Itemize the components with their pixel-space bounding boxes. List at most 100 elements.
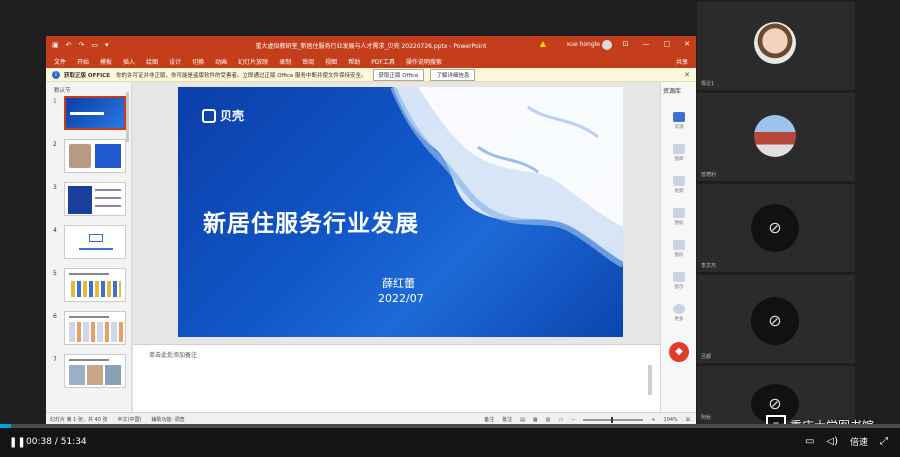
close-icon[interactable]: ✕ — [684, 40, 690, 48]
info-icon: i — [52, 70, 60, 79]
accessibility-indicator[interactable]: 辅助功能: 调查 — [151, 416, 184, 423]
normal-view-icon[interactable]: ▤ — [520, 417, 525, 423]
resources-pane: 资源库 资源 图库 视频 图标 图形 图示 更多 ◆ — [660, 82, 696, 412]
tab-slideshow[interactable]: 幻灯片放映 — [238, 57, 268, 66]
thumbnail-image — [64, 268, 126, 302]
slide-thumbnails-pane: 默认节 1 2 3 4 5 6 7 — [46, 82, 132, 412]
tab-animations[interactable]: 动画 — [215, 57, 227, 66]
resources-title[interactable]: 资源库 — [661, 82, 696, 99]
resource-item-more[interactable]: 更多 — [667, 304, 691, 322]
notes-placeholder: 单击此处添加备注 — [149, 352, 198, 359]
player-controls: ❚❚ 00:38 / 51:34 ▭ ◁) 倍速 ⤢ — [0, 428, 900, 457]
participant-avatar — [754, 22, 796, 64]
user-avatar[interactable] — [602, 40, 612, 50]
license-notice-bar: i 获取正版 OFFICE 你的许可证并非正版，你可能是盗版软件的受害者。立即通… — [46, 68, 696, 82]
learn-more-button[interactable]: 了解详细信息 — [430, 68, 476, 81]
notes-toggle[interactable]: 备注 — [484, 416, 494, 423]
tab-template[interactable]: 模板 — [100, 57, 112, 66]
powerpoint-window: ▣ ↶ ↷ ▭ ▾ 重大虚拟教研室_新居住服务行业发展与人才需求_贝壳 2022… — [46, 36, 696, 424]
thumbnail-slide-6[interactable]: 6 — [46, 311, 132, 351]
minimize-icon[interactable]: — — [643, 40, 650, 48]
participant-tile[interactable]: 曾德利 — [697, 93, 855, 181]
tell-me-search[interactable]: 操作说明搜索 — [406, 57, 442, 66]
resource-item-resources[interactable]: 资源 — [667, 112, 691, 130]
maximize-icon[interactable]: □ — [664, 40, 671, 48]
shapes-icon — [673, 240, 685, 250]
thumbnail-slide-1[interactable]: 1 — [46, 96, 132, 136]
tab-draw[interactable]: 绘图 — [146, 57, 158, 66]
participant-name: 李文杰 — [701, 263, 717, 269]
warning-icon[interactable]: ▲ — [540, 39, 546, 48]
slide-date: 2022/07 — [378, 292, 424, 305]
volume-icon[interactable]: ◁) — [826, 436, 838, 447]
language-indicator[interactable]: 中文(中国) — [118, 416, 142, 423]
camera-off-icon: ⊘ — [751, 297, 799, 345]
promo-badge-icon[interactable]: ◆ — [669, 342, 689, 362]
tab-file[interactable]: 文件 — [54, 57, 66, 66]
current-slide[interactable]: 贝壳 新居住服务行业发展 薛红蕾 2022/07 — [178, 87, 623, 337]
status-bar: 幻灯片 第 1 张，共 40 张 中文(中国) 辅助功能: 调查 备注 批注 ▤… — [46, 412, 696, 424]
resource-item-diagrams[interactable]: 图示 — [667, 272, 691, 290]
zoom-slider-knob[interactable] — [611, 416, 614, 423]
zoom-slider[interactable] — [583, 416, 644, 423]
tab-review[interactable]: 审阅 — [302, 57, 314, 66]
tab-design[interactable]: 设计 — [169, 57, 181, 66]
share-button[interactable]: 共享 — [676, 57, 688, 66]
resources-icon — [673, 112, 685, 122]
sorter-view-icon[interactable]: ▦ — [533, 417, 538, 423]
user-name[interactable]: xue hongle — [567, 41, 600, 48]
slide-editing-area: 贝壳 新居住服务行业发展 薛红蕾 2022/07 — [133, 82, 660, 344]
slideshow-view-icon[interactable]: ▭ — [558, 417, 563, 423]
thumbnail-number: 6 — [53, 313, 57, 320]
slide-title: 新居住服务行业发展 — [203, 211, 419, 237]
notice-title: 获取正版 OFFICE — [64, 72, 110, 79]
slide-author: 薛红蕾 — [382, 277, 415, 290]
notes-scrollbar[interactable] — [648, 365, 652, 395]
comments-toggle[interactable]: 批注 — [502, 416, 512, 423]
workspace: 默认节 1 2 3 4 5 6 7 贝壳 新居住服务行业发展 薛红蕾 2022/… — [46, 82, 696, 412]
reading-view-icon[interactable]: ▥ — [546, 417, 551, 423]
resource-item-gallery[interactable]: 图库 — [667, 144, 691, 162]
fit-slide-icon[interactable]: ⊞ — [686, 417, 690, 423]
thumbnail-slide-5[interactable]: 5 — [46, 268, 132, 308]
section-name[interactable]: 默认节 — [46, 82, 131, 94]
icons-icon — [673, 208, 685, 218]
participant-tile[interactable]: ⊘ 李文杰 — [697, 184, 855, 272]
participant-tile[interactable]: ⊘ 吕都 — [697, 275, 855, 363]
video-icon — [673, 176, 685, 186]
resource-item-video[interactable]: 视频 — [667, 176, 691, 194]
subtitles-icon[interactable]: ▭ — [805, 436, 814, 447]
participant-tile[interactable]: 靠近1 — [697, 2, 855, 90]
tab-record[interactable]: 录制 — [279, 57, 291, 66]
tab-pdf-tools[interactable]: PDF工具 — [371, 57, 395, 66]
tab-insert[interactable]: 插入 — [123, 57, 135, 66]
fullscreen-icon[interactable]: ⤢ — [880, 436, 888, 447]
zoom-in-icon[interactable]: + — [651, 417, 655, 423]
more-icon — [673, 304, 685, 314]
notes-pane[interactable]: 单击此处添加备注 — [133, 344, 660, 412]
thumbnail-slide-4[interactable]: 4 — [46, 225, 132, 265]
thumbnail-slide-3[interactable]: 3 — [46, 182, 132, 222]
pause-icon[interactable]: ❚❚ — [9, 437, 26, 448]
thumbnail-slide-2[interactable]: 2 — [46, 139, 132, 179]
thumbnail-slide-7[interactable]: 7 — [46, 354, 132, 394]
participant-name: 吕都 — [701, 354, 712, 360]
resource-item-icons[interactable]: 图标 — [667, 208, 691, 226]
ribbon-display-icon[interactable]: ⊡ — [623, 40, 629, 48]
thumbnail-number: 1 — [53, 98, 57, 105]
ribbon-tabs: 文件 开始 模板 插入 绘图 设计 切换 动画 幻灯片放映 录制 审阅 视图 帮… — [46, 54, 696, 68]
close-notice-icon[interactable]: ✕ — [684, 71, 690, 79]
tab-transitions[interactable]: 切换 — [192, 57, 204, 66]
get-genuine-office-button[interactable]: 获取正版 Office — [372, 68, 425, 81]
thumbnail-image — [64, 311, 126, 345]
thumbnail-image — [64, 354, 126, 388]
thumbnail-number: 4 — [53, 227, 57, 234]
tab-view[interactable]: 视图 — [325, 57, 337, 66]
thumbnail-number: 7 — [53, 356, 57, 363]
resource-item-shapes[interactable]: 图形 — [667, 240, 691, 258]
tab-help[interactable]: 帮助 — [348, 57, 360, 66]
tab-home[interactable]: 开始 — [77, 57, 89, 66]
playback-speed-button[interactable]: 倍速 — [850, 435, 868, 448]
zoom-level[interactable]: 104% — [664, 417, 678, 423]
zoom-out-icon[interactable]: − — [571, 417, 575, 423]
